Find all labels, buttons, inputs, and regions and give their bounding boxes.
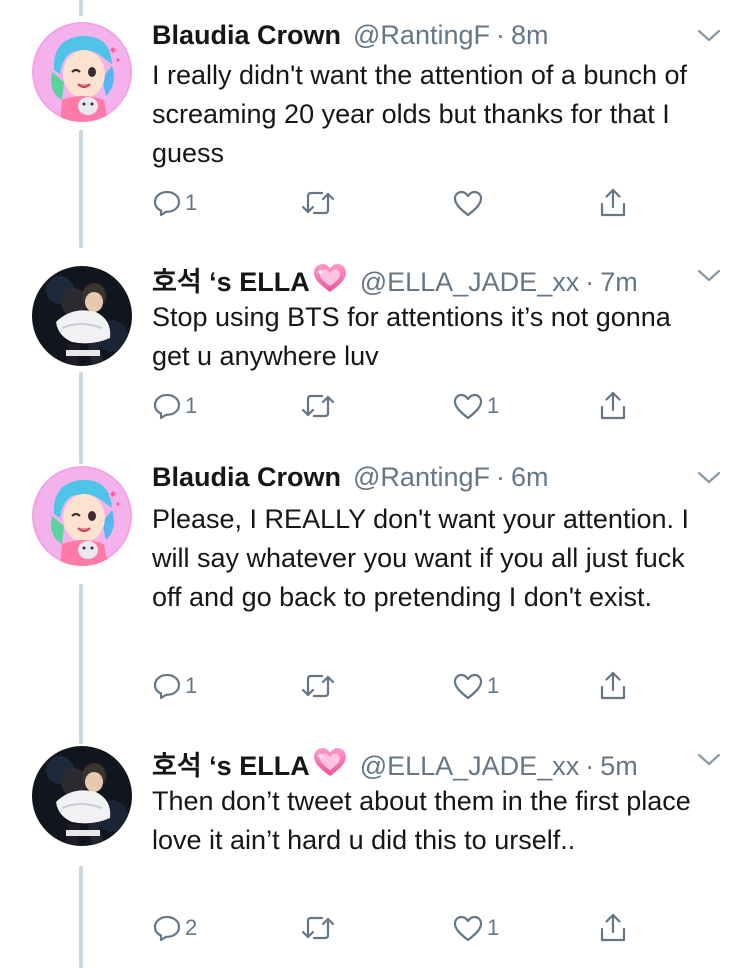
display-name[interactable]: Blaudia Crown [152, 462, 341, 493]
share-icon [600, 391, 626, 420]
tweet-header: Blaudia Crown @RantingF · 6m [152, 462, 549, 498]
reply-icon [153, 190, 181, 217]
tweet-text: Then don’t tweet about them in the first… [152, 786, 691, 855]
tweet-header: 호석 ‘s ELLA @ELLA_JADE_xx · 5m [152, 744, 638, 783]
thread-line [79, 866, 83, 968]
tweet-actions: 2 1 [152, 910, 652, 946]
share-button[interactable] [598, 388, 628, 424]
reply-icon [153, 915, 181, 942]
timestamp[interactable]: 5m [600, 751, 638, 782]
avatar[interactable] [32, 466, 132, 566]
tweet-header: 호석 ‘s ELLA @ELLA_JADE_xx · 7m [152, 260, 638, 299]
separator: · [495, 462, 505, 492]
reply-count: 1 [185, 673, 198, 698]
like-icon [453, 915, 483, 942]
share-button[interactable] [598, 910, 628, 946]
retweet-icon [301, 916, 335, 940]
like-button[interactable]: 1 [452, 910, 499, 946]
share-icon [600, 913, 626, 942]
display-name[interactable]: Blaudia Crown [152, 20, 341, 51]
reply-button[interactable]: 2 [152, 910, 197, 946]
like-icon [453, 190, 483, 217]
reply-count: 1 [185, 393, 198, 418]
retweet-button[interactable] [300, 910, 339, 946]
retweet-button[interactable] [300, 185, 339, 221]
chevron-down-icon[interactable] [695, 262, 723, 290]
tweet-text: I really didn't want the attention of a … [152, 60, 688, 168]
tweet-header: Blaudia Crown @RantingF · 8m [152, 20, 549, 56]
reply-count: 2 [185, 915, 198, 940]
separator: · [585, 751, 595, 781]
tweet-text: Stop using BTS for attentions it’s not g… [152, 302, 671, 371]
chevron-down-icon[interactable] [695, 22, 723, 50]
display-name[interactable]: 호석 ‘s ELLA [152, 260, 310, 299]
share-icon [600, 671, 626, 700]
like-count: 1 [487, 915, 500, 940]
user-handle[interactable]: @RantingF [353, 462, 490, 493]
reply-count: 1 [185, 190, 198, 215]
reply-icon [153, 393, 181, 420]
avatar[interactable] [32, 22, 132, 122]
reply-icon [153, 673, 181, 700]
like-count: 1 [487, 393, 500, 418]
reply-button[interactable]: 1 [152, 388, 197, 424]
tweet-actions: 1 1 [152, 668, 652, 704]
like-button[interactable]: 1 [452, 388, 499, 424]
avatar[interactable] [32, 746, 132, 846]
separator: · [495, 20, 505, 50]
share-button[interactable] [598, 185, 628, 221]
tweet-text: Please, I REALLY don't want your attenti… [152, 504, 689, 612]
display-name[interactable]: 호석 ‘s ELLA [152, 744, 310, 783]
retweet-icon [301, 394, 335, 418]
tweet-actions: 1 [152, 185, 652, 221]
like-icon [453, 673, 483, 700]
like-icon [453, 393, 483, 420]
share-icon [600, 188, 626, 217]
user-handle[interactable]: @ELLA_JADE_xx [360, 751, 580, 782]
sparkling-heart-emoji [313, 748, 346, 776]
avatar[interactable] [32, 266, 132, 366]
separator: · [585, 267, 595, 297]
retweet-icon [301, 674, 335, 698]
like-count: 1 [487, 673, 500, 698]
sparkling-heart-emoji [313, 264, 346, 292]
user-handle[interactable]: @ELLA_JADE_xx [360, 267, 580, 298]
chevron-down-icon[interactable] [695, 746, 723, 774]
retweet-icon [301, 191, 335, 215]
user-handle[interactable]: @RantingF [353, 20, 490, 51]
share-button[interactable] [598, 668, 628, 704]
timestamp[interactable]: 6m [511, 462, 549, 493]
retweet-button[interactable] [300, 388, 339, 424]
thread-line [79, 0, 83, 16]
thread-line [79, 584, 83, 744]
thread-line [79, 372, 83, 464]
retweet-button[interactable] [300, 668, 339, 704]
timestamp[interactable]: 8m [511, 20, 549, 51]
reply-button[interactable]: 1 [152, 668, 197, 704]
chevron-down-icon[interactable] [695, 464, 723, 492]
like-button[interactable]: 1 [452, 668, 499, 704]
like-button[interactable] [452, 185, 487, 221]
tweet-actions: 1 1 [152, 388, 652, 424]
thread-line [79, 130, 83, 248]
reply-button[interactable]: 1 [152, 185, 197, 221]
timestamp[interactable]: 7m [600, 267, 638, 298]
